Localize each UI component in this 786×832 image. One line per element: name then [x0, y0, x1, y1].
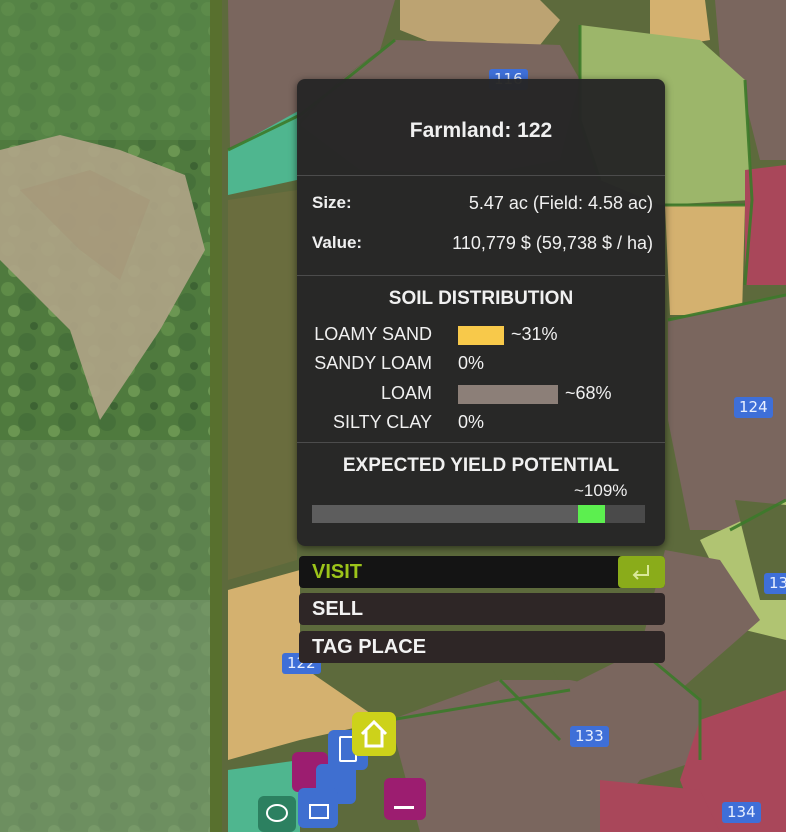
sell-point-hotspot-2[interactable] [384, 778, 426, 820]
soil-percentage: ~68% [565, 383, 612, 403]
soil-distribution-heading: SOIL DISTRIBUTION [388, 288, 574, 309]
enter-key-button[interactable] [618, 556, 665, 588]
sell-point-icon [394, 786, 414, 809]
divider [297, 275, 665, 276]
field-tag-134[interactable]: 134 [722, 802, 761, 823]
farmhouse-hotspot[interactable] [352, 712, 396, 756]
soil-name: SILTY CLAY [332, 412, 432, 432]
farmland-title: Farmland: 122 [409, 119, 553, 142]
yield-percentage: ~109% [574, 481, 628, 500]
farmhouse-icon [360, 719, 388, 748]
soil-bar [458, 385, 558, 404]
soil-percentage: 0% [458, 353, 485, 373]
field-tag-133[interactable]: 133 [570, 726, 609, 747]
yield-heading: EXPECTED YIELD POTENTIAL [342, 455, 620, 476]
value-label: Value: [312, 233, 363, 252]
tag-place-button[interactable]: TAG PLACE [299, 631, 665, 663]
divider [297, 175, 665, 176]
size-label: Size: [312, 193, 352, 212]
yield-bar-fill [312, 505, 578, 523]
divider [297, 442, 665, 443]
visit-button[interactable]: VISIT [299, 556, 665, 588]
farmland-info-panel: Farmland: 122 Size: 5.47 ac (Field: 4.58… [297, 79, 665, 546]
soil-bar [458, 326, 504, 345]
field-tag-13[interactable]: 13 [764, 573, 786, 594]
animal-hotspot[interactable] [258, 796, 296, 832]
soil-name: LOAMY SAND [314, 324, 432, 344]
size-value: 5.47 ac (Field: 4.58 ac) [468, 193, 653, 213]
yield-bar [312, 505, 645, 523]
animal-pig-icon [266, 804, 288, 822]
sell-button[interactable]: SELL [299, 593, 665, 625]
soil-name: SANDY LOAM [314, 353, 432, 373]
value-value: 110,779 $ (59,738 $ / ha) [452, 233, 653, 253]
enter-key-icon [632, 565, 649, 580]
field-tag-124[interactable]: 124 [734, 397, 773, 418]
yield-bar-marker [578, 505, 605, 523]
soil-percentage: 0% [458, 412, 485, 432]
soil-percentage: ~31% [511, 324, 558, 344]
storage-hotspot-2[interactable] [298, 788, 338, 828]
soil-name: LOAM [380, 383, 432, 403]
storage-icon [309, 804, 329, 819]
